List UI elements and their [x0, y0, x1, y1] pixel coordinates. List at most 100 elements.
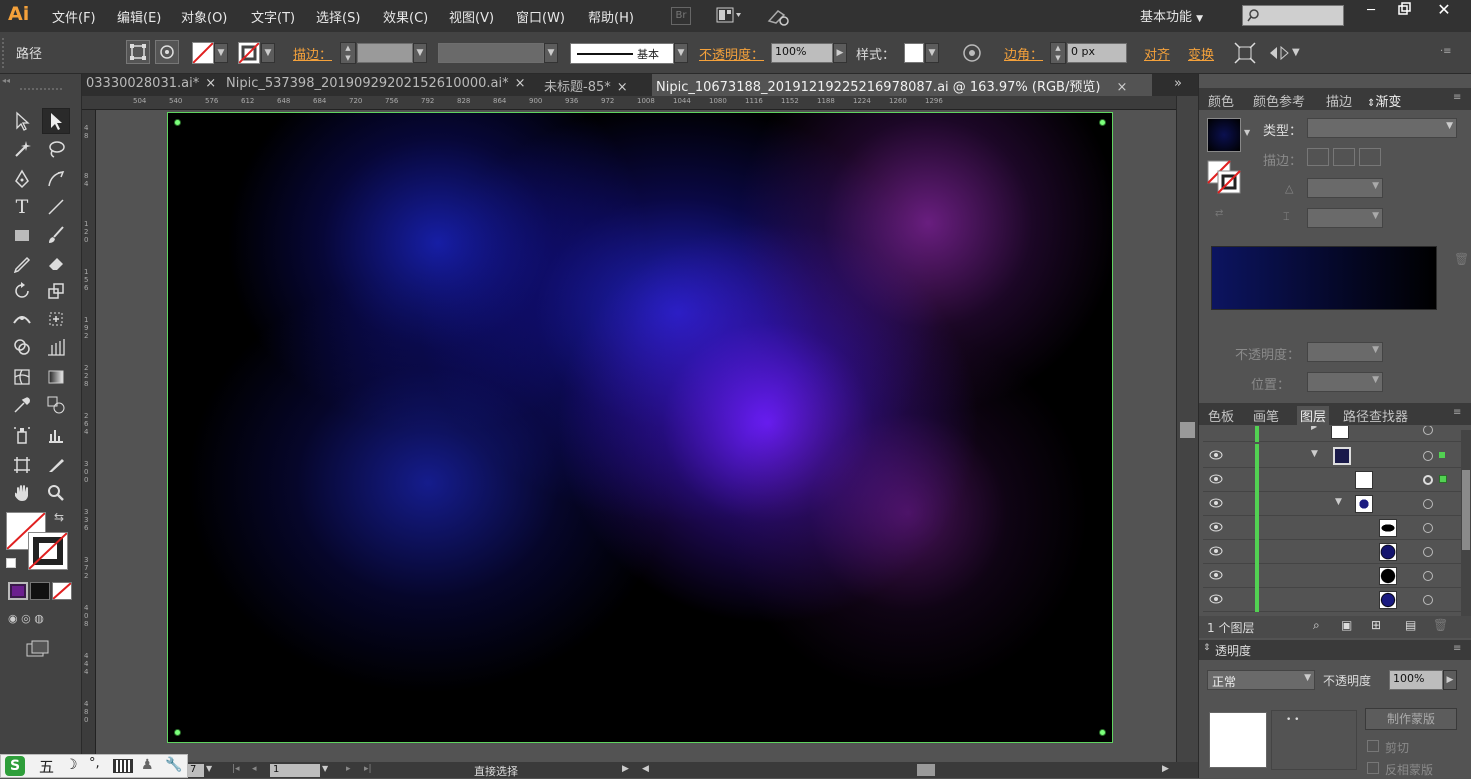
scrollbar-thumb[interactable]: [1462, 470, 1470, 550]
tab-color[interactable]: 颜色: [1208, 91, 1234, 110]
isolate-icon[interactable]: [126, 40, 150, 64]
document-setup-icon[interactable]: [962, 43, 982, 63]
free-transform-tool-icon[interactable]: [42, 306, 70, 332]
layer-row[interactable]: [1203, 588, 1461, 612]
ime-logo-icon[interactable]: S: [5, 756, 25, 776]
close-icon[interactable]: ×: [1116, 80, 1127, 95]
stroke-within-button[interactable]: [1307, 148, 1329, 166]
paintbrush-tool-icon[interactable]: [42, 222, 70, 248]
panel-collapse-icon[interactable]: ◂◂: [2, 76, 10, 85]
locate-object-icon[interactable]: ⌕: [1313, 618, 1320, 633]
user-icon[interactable]: ♟: [141, 757, 154, 773]
opacity-dropdown[interactable]: ▶: [833, 43, 847, 63]
mask-thumbnail[interactable]: • •: [1271, 710, 1357, 770]
transparency-opacity-input[interactable]: 100%: [1389, 670, 1443, 690]
stroke-color-swatch[interactable]: [28, 532, 68, 570]
restore-button[interactable]: [1391, 2, 1419, 20]
none-mode-button[interactable]: [52, 582, 72, 600]
wrench-icon[interactable]: 🔧: [165, 757, 182, 773]
blend-tool-icon[interactable]: [42, 392, 70, 418]
gpu-performance-icon[interactable]: [766, 5, 792, 27]
eraser-tool-icon[interactable]: [42, 250, 70, 276]
tab-document-2[interactable]: Nipic_537398_20190929202152610000.ai* ×: [222, 74, 538, 96]
color-mode-button[interactable]: [8, 582, 28, 600]
clipping-mask-icon[interactable]: ▣: [1341, 618, 1352, 632]
next-page-icon[interactable]: ▸: [346, 764, 351, 774]
artboard-tool-icon[interactable]: [8, 452, 36, 478]
new-layer-icon[interactable]: ▤: [1405, 618, 1416, 632]
first-page-icon[interactable]: |◂: [232, 764, 240, 774]
search-input[interactable]: [1242, 5, 1344, 26]
hand-tool-icon[interactable]: [8, 480, 36, 506]
draw-mode-icon[interactable]: ◉ ◎ ◍: [8, 612, 72, 630]
scrollbar-thumb[interactable]: [1180, 422, 1195, 438]
chevron-right-icon[interactable]: ▶: [1311, 426, 1317, 431]
selection-indicator[interactable]: [1439, 475, 1447, 483]
corner-label[interactable]: 边角：: [1004, 44, 1043, 63]
vertical-scrollbar[interactable]: [1176, 96, 1198, 762]
graphic-style-swatch[interactable]: [904, 43, 924, 63]
perspective-grid-tool-icon[interactable]: [42, 334, 70, 360]
punctuation-icon[interactable]: °,: [89, 756, 100, 771]
tab-stroke[interactable]: 描边: [1326, 91, 1352, 110]
horizontal-scrollbar-thumb[interactable]: [917, 764, 935, 776]
target-icon[interactable]: [1423, 595, 1433, 605]
bridge-button[interactable]: Br: [671, 7, 691, 25]
chevron-down-icon[interactable]: ▼: [1335, 497, 1342, 507]
eye-icon[interactable]: [1209, 450, 1223, 460]
eye-icon[interactable]: [1209, 546, 1223, 556]
pen-tool-icon[interactable]: [8, 166, 36, 192]
menu-effect[interactable]: 效果(C): [383, 7, 428, 26]
tab-document-3[interactable]: 未标题-85* ×: [540, 74, 642, 96]
chevron-down-icon[interactable]: ▼: [1311, 449, 1318, 459]
close-icon[interactable]: ×: [617, 80, 628, 95]
rectangle-tool-icon[interactable]: [8, 222, 36, 248]
gradient-preview-swatch[interactable]: [1207, 118, 1241, 152]
zoom-field[interactable]: 7: [188, 764, 204, 777]
layers-scrollbar[interactable]: [1461, 430, 1471, 616]
type-tool-icon[interactable]: T: [8, 194, 36, 220]
reflect-icon[interactable]: ▼: [1268, 42, 1304, 64]
recolor-target-icon[interactable]: [155, 40, 179, 64]
eye-icon[interactable]: [1209, 570, 1223, 580]
moon-icon[interactable]: ☽: [65, 757, 78, 773]
gradient-preview-dropdown[interactable]: ▼: [1244, 128, 1250, 137]
eyedropper-tool-icon[interactable]: [8, 392, 36, 418]
gradient-tool-icon[interactable]: [42, 364, 70, 390]
tab-layers[interactable]: 图层: [1297, 406, 1330, 425]
zoom-tool-icon[interactable]: [42, 480, 70, 506]
stroke-weight-stepper[interactable]: ▲ ▼: [340, 42, 356, 64]
stroke-swatch[interactable]: [238, 42, 260, 64]
artboard[interactable]: [167, 112, 1113, 743]
ime-mode-label[interactable]: 五: [39, 756, 54, 777]
gradient-mode-button[interactable]: [30, 582, 50, 600]
tab-document-active[interactable]: Nipic_10673188_20191219225216978087.ai @…: [652, 74, 1152, 96]
default-colors-icon[interactable]: [6, 558, 16, 568]
tab-brushes[interactable]: 画笔: [1253, 406, 1279, 425]
menu-select[interactable]: 选择(S): [316, 7, 360, 26]
stroke-across-button[interactable]: [1359, 148, 1381, 166]
width-tool-icon[interactable]: [8, 306, 36, 332]
last-page-icon[interactable]: ▸|: [364, 764, 372, 774]
tab-swatches[interactable]: 色板: [1208, 406, 1234, 425]
opacity-input[interactable]: 100%: [771, 43, 833, 63]
invert-mask-checkbox[interactable]: [1367, 762, 1379, 774]
tab-color-guide[interactable]: 颜色参考: [1253, 91, 1305, 110]
menu-edit[interactable]: 编辑(E): [117, 7, 161, 26]
align-link[interactable]: 对齐: [1144, 44, 1170, 63]
layer-row[interactable]: ▶: [1203, 426, 1461, 442]
variable-width-profile[interactable]: [438, 43, 544, 63]
angle-select[interactable]: ▼: [1307, 178, 1383, 198]
aspect-ratio-select[interactable]: ▼: [1307, 208, 1383, 228]
selection-tool-icon[interactable]: [8, 108, 36, 134]
stroke-weight-dropdown[interactable]: ▼: [413, 43, 427, 63]
panel-menu-icon[interactable]: ·≡: [1440, 46, 1460, 58]
menu-window[interactable]: 窗口(W): [516, 7, 565, 26]
gradient-opacity-select[interactable]: ▼: [1307, 342, 1383, 362]
slice-tool-icon[interactable]: [42, 452, 70, 478]
minimize-button[interactable]: ─: [1357, 3, 1385, 21]
panel-menu-icon[interactable]: ≡: [1453, 407, 1461, 418]
corner-input[interactable]: 0 px: [1067, 43, 1127, 63]
column-graph-tool-icon[interactable]: [42, 422, 70, 448]
selection-indicator[interactable]: [1439, 452, 1445, 458]
